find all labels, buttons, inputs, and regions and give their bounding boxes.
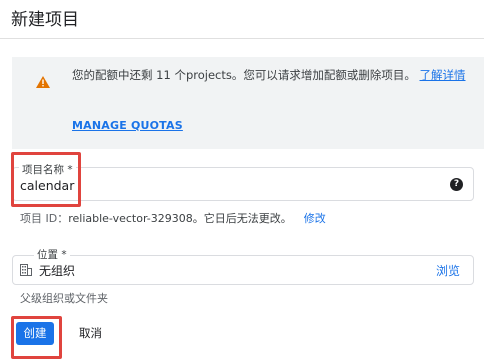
quota-notice: 您的配额中还剩 11 个projects。您可以请求增加配额或删除项目。 了解详… [12, 57, 484, 149]
cancel-button[interactable]: 取消 [79, 325, 102, 341]
location-input[interactable] [12, 255, 474, 285]
help-icon[interactable]: ? [450, 178, 463, 191]
organization-icon [20, 264, 32, 276]
quota-notice-text: 您的配额中还剩 11 个projects。您可以请求增加配额或删除项目。 了解详… [72, 66, 472, 85]
highlight-create-button [11, 316, 62, 359]
project-id-value: reliable-vector-329308。它日后无法更改。 [68, 212, 292, 225]
highlight-project-name [11, 152, 81, 207]
dialog-title: 新建项目 [11, 10, 79, 30]
edit-project-id-link[interactable]: 修改 [304, 212, 326, 225]
manage-quotas-link[interactable]: MANAGE QUOTAS [72, 119, 183, 132]
location-hint: 父级组织或文件夹 [20, 292, 108, 305]
browse-button[interactable]: 浏览 [436, 262, 460, 279]
location-label: 位置 * [34, 247, 70, 262]
project-id-prefix: 项目 ID： [20, 212, 69, 225]
project-name-input[interactable] [12, 167, 474, 201]
warning-icon [36, 76, 50, 88]
location-value[interactable]: 无组织 [39, 262, 75, 279]
project-id-info: 项目 ID：reliable-vector-329308。它日后无法更改。 修改 [20, 210, 326, 226]
quota-message: 您的配额中还剩 11 个projects。您可以请求增加配额或删除项目。 [72, 68, 416, 82]
learn-more-link[interactable]: 了解详情 [420, 68, 466, 82]
header-divider [0, 38, 484, 39]
